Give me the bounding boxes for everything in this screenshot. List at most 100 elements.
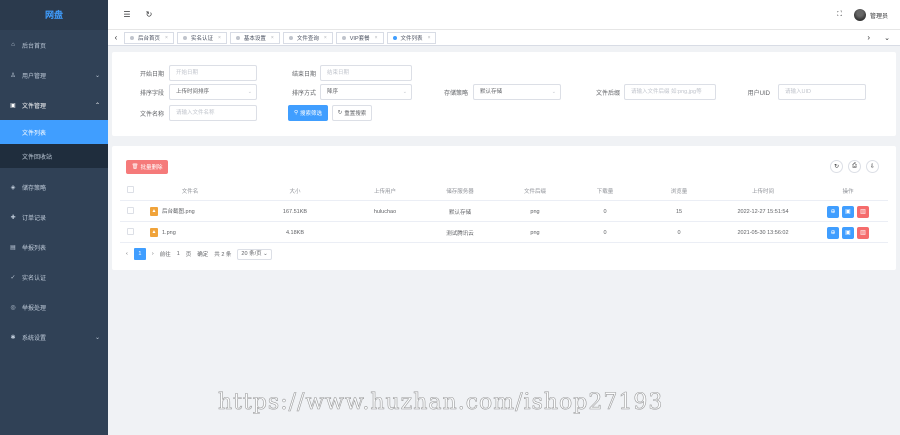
tab-label: 文件列表 bbox=[400, 35, 423, 42]
file-type-input[interactable]: 请输入文件后缀 如:png,jpg等 bbox=[624, 84, 716, 100]
tab-label: 后台首页 bbox=[138, 35, 161, 42]
tab-home[interactable]: 后台首页 × bbox=[124, 31, 174, 44]
sort-field-select[interactable]: 上传时间排序 ⌄ bbox=[169, 84, 257, 100]
sidebar-item-storage[interactable]: ◈ 储存策略 bbox=[0, 172, 108, 202]
delete-icon[interactable]: ▥ bbox=[857, 205, 869, 218]
refresh-icon: ↻ bbox=[337, 110, 343, 116]
confirm-button[interactable]: 确定 bbox=[197, 250, 208, 258]
row-checkbox[interactable] bbox=[126, 228, 134, 235]
sidebar-item-files[interactable]: ▣ 文件管理 ⌃ bbox=[0, 90, 108, 120]
column-header[interactable]: 上传用户 bbox=[350, 187, 420, 195]
prev-page-button[interactable]: ‹ bbox=[126, 251, 128, 257]
chevron-down-icon[interactable]: ⌄ bbox=[884, 34, 890, 42]
user-cell: huluchao bbox=[373, 208, 397, 215]
sidebar-item-users[interactable]: ♙ 用户管理 ⌄ bbox=[0, 60, 108, 90]
time-cell: 2021-05-30 13:56:02 bbox=[737, 229, 789, 236]
column-header[interactable]: 上传时间 bbox=[718, 187, 808, 195]
handle-icon: ◎ bbox=[10, 304, 16, 311]
view-icon[interactable]: ⊕ bbox=[827, 226, 839, 239]
views-cell: 15 bbox=[675, 208, 683, 215]
sidebar-item-label: 实名认证 bbox=[22, 275, 47, 282]
batch-delete-button[interactable]: 🗑 批量删除 bbox=[126, 160, 168, 174]
column-header[interactable]: 浏览量 bbox=[640, 187, 718, 195]
sidebar-item-label: 储存策略 bbox=[22, 185, 47, 192]
hamburger-icon[interactable]: ☰ bbox=[120, 8, 134, 22]
download-icon[interactable]: ▣ bbox=[842, 205, 854, 218]
file-name-cell[interactable]: ▲ 后台截图.png bbox=[140, 207, 240, 217]
app-logo[interactable]: 网盘 bbox=[0, 0, 108, 30]
close-icon[interactable]: × bbox=[375, 35, 378, 41]
column-header[interactable]: 文件后缀 bbox=[500, 187, 570, 195]
download-icon[interactable]: ▣ bbox=[842, 226, 854, 239]
start-date-input[interactable]: 开始日期 bbox=[169, 65, 257, 81]
column-header[interactable]: 下载量 bbox=[570, 187, 640, 195]
goto-input[interactable]: 1 bbox=[177, 251, 180, 257]
close-icon[interactable]: × bbox=[218, 35, 221, 41]
sidebar-item-label: 订单记录 bbox=[22, 215, 47, 222]
refresh-icon[interactable]: ↻ bbox=[142, 8, 156, 22]
ext-cell: png bbox=[530, 229, 540, 236]
chevron-right-icon[interactable]: › bbox=[867, 33, 870, 42]
file-name-cell[interactable]: ▲ 1.png bbox=[140, 228, 240, 237]
row-checkbox[interactable] bbox=[126, 207, 134, 214]
downloads-cell: 0 bbox=[603, 229, 607, 236]
ext-cell: png bbox=[530, 208, 540, 215]
sidebar-subitem-label: 文件列表 bbox=[22, 130, 47, 137]
tab-vip-plans[interactable]: VIP套餐 × bbox=[335, 31, 384, 44]
tab-file-list[interactable]: 文件列表 × bbox=[386, 31, 437, 44]
size-cell: 167.51KB bbox=[282, 208, 308, 215]
page-number[interactable]: 1 bbox=[133, 248, 146, 260]
chevron-down-icon: ⌄ bbox=[402, 89, 407, 95]
chevron-down-icon: ⌄ bbox=[247, 89, 252, 95]
image-file-icon: ▲ bbox=[150, 228, 158, 237]
view-icon[interactable]: ⊕ bbox=[827, 205, 839, 218]
reset-button[interactable]: ↻ 重置搜索 bbox=[332, 105, 372, 121]
image-file-icon: ▲ bbox=[150, 207, 158, 217]
print-icon[interactable]: ⎙ bbox=[848, 160, 861, 173]
fullscreen-icon[interactable]: ⛶ bbox=[837, 11, 842, 19]
tab-verification[interactable]: 实名认证 × bbox=[176, 31, 227, 44]
close-icon[interactable]: × bbox=[271, 35, 274, 41]
sidebar-subitem-recycle-bin[interactable]: 文件回收站 bbox=[0, 144, 108, 168]
sort-order-select[interactable]: 降序 ⌄ bbox=[320, 84, 412, 100]
close-icon[interactable]: × bbox=[324, 35, 327, 41]
tab-file-query[interactable]: 文件查询 × bbox=[282, 31, 333, 44]
export-icon[interactable]: ⇩ bbox=[866, 160, 879, 173]
user-name[interactable]: 管理员 bbox=[870, 11, 888, 20]
storage-select[interactable]: 默认存储 ⌄ bbox=[473, 84, 561, 100]
file-name-text: 1.png bbox=[162, 229, 176, 236]
navbar-right: ⛶ 管理员 bbox=[837, 0, 888, 30]
end-date-label: 结束日期 bbox=[291, 72, 316, 78]
uid-input[interactable]: 请输入UID bbox=[778, 84, 866, 100]
page-size-select[interactable]: 20 条/页 ⌄ bbox=[237, 248, 272, 260]
chevron-left-icon[interactable]: ‹ bbox=[108, 33, 124, 42]
column-header[interactable]: 文件名 bbox=[140, 187, 240, 195]
sidebar-item-settings[interactable]: ✱ 系统设置 ⌄ bbox=[0, 322, 108, 352]
sidebar-item-home[interactable]: ⌂ 后台首页 bbox=[0, 30, 108, 60]
file-name-input[interactable]: 请输入文件名称 bbox=[169, 105, 257, 121]
sidebar-item-verification[interactable]: ✓ 实名认证 bbox=[0, 262, 108, 292]
tab-basic-settings[interactable]: 基本设置 × bbox=[229, 31, 280, 44]
end-date-input[interactable]: 结束日期 bbox=[320, 65, 412, 81]
refresh-icon[interactable]: ↻ bbox=[830, 160, 843, 173]
table-row: ▲ 1.png 4.18KB 测试腾讯云 png 0 0 2021-05-30 1… bbox=[120, 223, 888, 243]
select-all-checkbox[interactable] bbox=[126, 186, 134, 193]
home-icon: ⌂ bbox=[11, 42, 15, 48]
folder-icon: ▣ bbox=[10, 102, 16, 109]
sidebar-item-report-handling[interactable]: ◎ 举报处理 bbox=[0, 292, 108, 322]
sidebar-item-reports[interactable]: ▤ 举报列表 bbox=[0, 232, 108, 262]
size-cell: 4.18KB bbox=[285, 229, 305, 236]
next-page-button[interactable]: › bbox=[152, 251, 154, 257]
column-header[interactable]: 大小 bbox=[240, 187, 350, 195]
chevron-down-icon: ⌄ bbox=[94, 72, 100, 79]
avatar[interactable] bbox=[853, 9, 866, 21]
close-icon[interactable]: × bbox=[428, 35, 431, 41]
tab-label: 实名认证 bbox=[190, 35, 213, 42]
file-name-text: 后台截图.png bbox=[162, 208, 195, 215]
delete-icon[interactable]: ▥ bbox=[857, 226, 869, 239]
close-icon[interactable]: × bbox=[165, 35, 168, 41]
column-header[interactable]: 储存服务器 bbox=[420, 187, 500, 195]
search-button[interactable]: ⚲ 搜索筛选 bbox=[288, 105, 328, 121]
sidebar-item-orders[interactable]: ✚ 订单记录 bbox=[0, 202, 108, 232]
sidebar-subitem-file-list[interactable]: 文件列表 bbox=[0, 120, 108, 144]
